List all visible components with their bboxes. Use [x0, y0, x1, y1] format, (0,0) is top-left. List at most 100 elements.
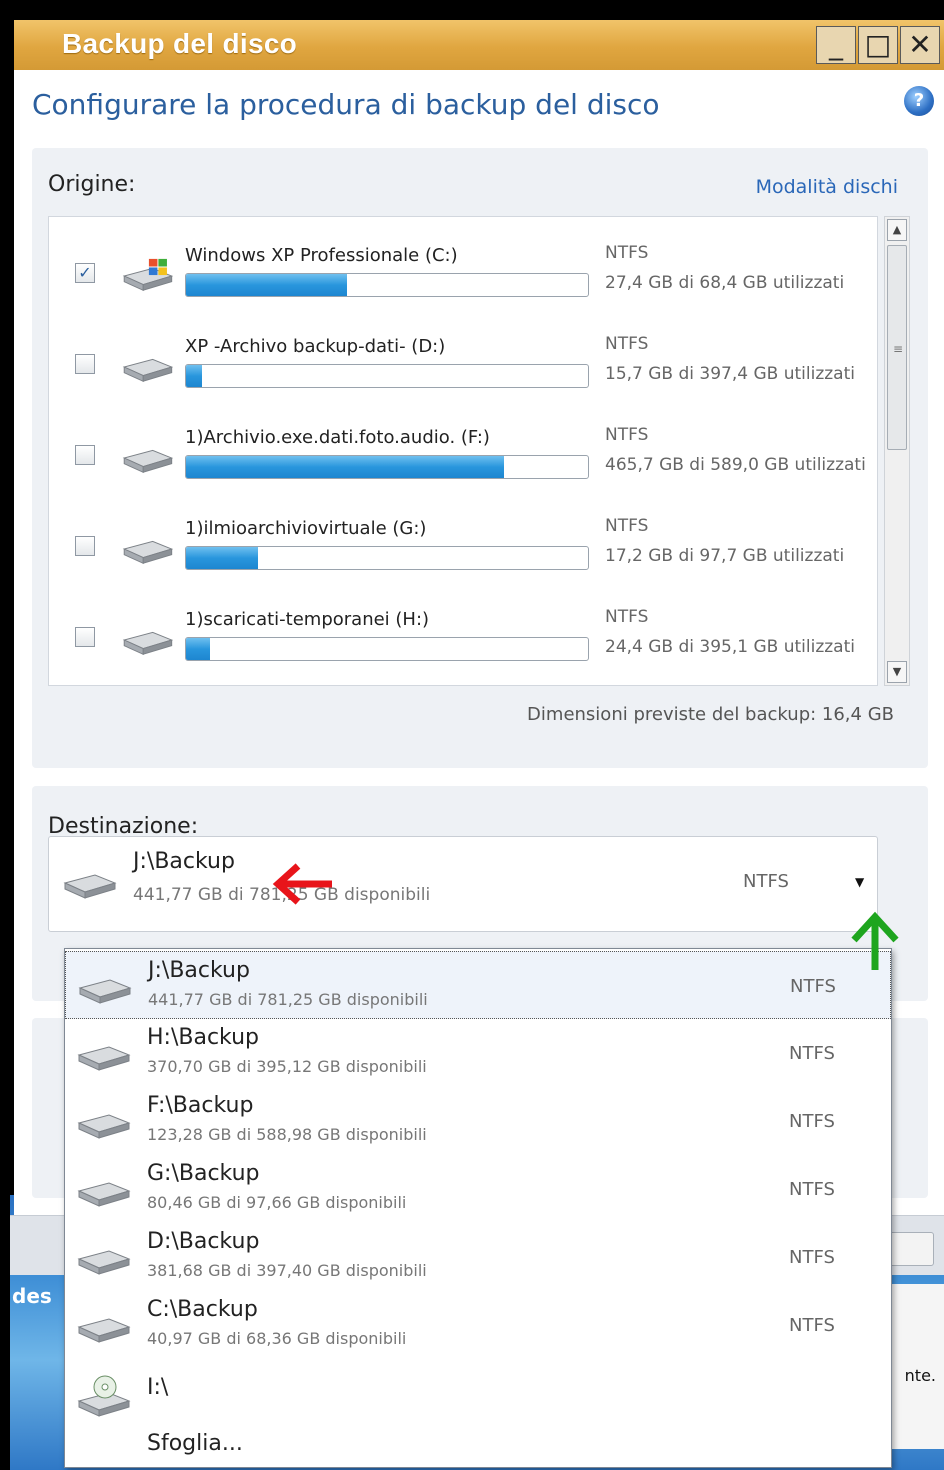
disk-name: Windows XP Professionale (C:)	[185, 245, 458, 266]
chevron-down-icon[interactable]: ▼	[855, 875, 864, 889]
destination-option-free: 123,28 GB di 588,98 GB disponibili	[147, 1125, 427, 1144]
destination-option[interactable]: G:\Backup 80,46 GB di 97,66 GB disponibil…	[65, 1155, 891, 1223]
title-bar[interactable]: Backup del disco _ □ ✕	[14, 20, 944, 70]
disk-row[interactable]: 1)scaricati-temporanei (H:) NTFS 24,4 GB d…	[49, 585, 879, 675]
disk-usage-text: 15,7 GB di 397,4 GB utilizzati	[605, 364, 855, 384]
disk-filesystem: NTFS	[605, 334, 649, 354]
disk-name: XP -Archivo backup-dati- (D:)	[185, 336, 446, 357]
windows-drive-icon	[122, 258, 174, 291]
disk-usage-bar	[185, 273, 589, 297]
background-panel-text: nte.	[904, 1366, 936, 1385]
disk-usage-text: 17,2 GB di 97,7 GB utilizzati	[605, 546, 845, 566]
disk-filesystem: NTFS	[605, 607, 649, 627]
disk-usage-bar-fill	[186, 274, 347, 296]
hard-drive-icon	[122, 631, 174, 655]
disk-row[interactable]: XP -Archivo backup-dati- (D:) NTFS 15,7 GB…	[49, 312, 879, 402]
destination-option-path: G:\Backup	[147, 1161, 260, 1186]
destination-combobox[interactable]: J:\Backup 441,77 GB di 781,25 GB disponi…	[48, 836, 878, 932]
origin-section: Origine: Modalità dischi ✓ Windows XP Pro…	[32, 148, 928, 768]
scroll-thumb[interactable]: ≡	[887, 245, 907, 450]
disk-checkbox[interactable]	[75, 627, 95, 647]
hard-drive-icon	[63, 874, 117, 899]
hard-drive-icon	[122, 358, 174, 382]
disk-usage-bar-fill	[186, 547, 259, 569]
disk-usage-text: 27,4 GB di 68,4 GB utilizzati	[605, 273, 845, 293]
estimated-backup-size: Dimensioni previste del backup: 16,4 GB	[527, 704, 894, 725]
hard-drive-icon	[122, 449, 174, 473]
destination-option-free: 441,77 GB di 781,25 GB disponibili	[148, 990, 428, 1009]
destination-option[interactable]: J:\Backup 441,77 GB di 781,25 GB disponib…	[65, 951, 891, 1019]
hard-drive-icon	[77, 1318, 131, 1343]
disk-row[interactable]: 1)Archivio.exe.dati.foto.audio. (F:) NTFS…	[49, 403, 879, 493]
minimize-button[interactable]: _	[816, 26, 856, 64]
disk-usage-bar	[185, 455, 589, 479]
source-disk-list: ✓ Windows XP Professionale (C:) NTFS 27,4 G…	[48, 216, 878, 686]
browse-option[interactable]: Sfoglia...	[147, 1431, 243, 1456]
disk-usage-bar-fill	[186, 365, 203, 387]
destination-option[interactable]: C:\Backup 40,97 GB di 68,36 GB disponibil…	[65, 1291, 891, 1359]
disk-filesystem: NTFS	[605, 243, 649, 263]
destination-option[interactable]: F:\Backup 123,28 GB di 588,98 GB disponib…	[65, 1087, 891, 1155]
destination-option[interactable]: H:\Backup 370,70 GB di 395,12 GB disponib…	[65, 1019, 891, 1087]
disk-row[interactable]: ✓ Windows XP Professionale (C:) NTFS 27,4 G…	[49, 221, 879, 311]
help-icon[interactable]: ?	[904, 86, 934, 116]
scroll-grip-icon: ≡	[893, 342, 904, 356]
destination-option-fs: NTFS	[789, 1315, 835, 1336]
hard-drive-icon	[78, 979, 132, 1004]
disk-checkbox[interactable]	[75, 354, 95, 374]
selected-destination-fs: NTFS	[743, 871, 789, 892]
selected-destination-path: J:\Backup	[133, 849, 235, 874]
disk-usage-bar-fill	[186, 456, 504, 478]
disk-filesystem: NTFS	[605, 516, 649, 536]
destination-option-free: 80,46 GB di 97,66 GB disponibili	[147, 1193, 407, 1212]
destination-option-path: F:\Backup	[147, 1093, 254, 1118]
window-controls: _ □ ✕	[816, 26, 940, 64]
destination-option-path: C:\Backup	[147, 1297, 258, 1322]
destination-option-fs: NTFS	[789, 1179, 835, 1200]
scroll-down-arrow-icon[interactable]: ▼	[887, 661, 907, 683]
destination-option-path: H:\Backup	[147, 1025, 260, 1050]
destination-option-fs: NTFS	[789, 1043, 835, 1064]
disk-usage-text: 24,4 GB di 395,1 GB utilizzati	[605, 637, 855, 657]
hard-drive-icon	[77, 1182, 131, 1207]
hard-drive-icon	[77, 1114, 131, 1139]
disk-mode-link[interactable]: Modalità dischi	[756, 176, 898, 198]
red-annotation-arrow-icon	[272, 863, 332, 905]
destination-option-free: 40,97 GB di 68,36 GB disponibili	[147, 1329, 407, 1348]
scroll-up-arrow-icon[interactable]: ▲	[887, 219, 907, 241]
disk-filesystem: NTFS	[605, 425, 649, 445]
destination-option-fs: NTFS	[789, 1247, 835, 1268]
disk-usage-text: 465,7 GB di 589,0 GB utilizzati	[605, 455, 866, 475]
page-title: Configurare la procedura di backup del d…	[32, 88, 660, 121]
destination-option-free: 370,70 GB di 395,12 GB disponibili	[147, 1057, 427, 1076]
hard-drive-icon	[77, 1250, 131, 1275]
window-title: Backup del disco	[62, 28, 298, 59]
origin-label: Origine:	[48, 172, 136, 197]
green-annotation-arrow-icon	[851, 911, 899, 970]
cd-drive-option[interactable]: I:\	[147, 1375, 168, 1400]
disk-checkbox[interactable]	[75, 536, 95, 556]
hard-drive-icon	[122, 540, 174, 564]
disk-name: 1)ilmioarchiviovirtuale (G:)	[185, 518, 427, 539]
destination-option-free: 381,68 GB di 397,40 GB disponibili	[147, 1261, 427, 1280]
destination-option-fs: NTFS	[790, 976, 836, 997]
destination-option-path: D:\Backup	[147, 1229, 260, 1254]
destination-option-fs: NTFS	[789, 1111, 835, 1132]
maximize-button[interactable]: □	[858, 26, 898, 64]
close-button[interactable]: ✕	[900, 26, 940, 64]
disk-usage-bar	[185, 637, 589, 661]
background-desktop-label: des	[12, 1284, 52, 1308]
destination-option-path: J:\Backup	[148, 958, 250, 983]
disk-name: 1)scaricati-temporanei (H:)	[185, 609, 430, 630]
cd-drive-icon	[77, 1375, 131, 1417]
disk-row[interactable]: 1)ilmioarchiviovirtuale (G:) NTFS 17,2 GB …	[49, 494, 879, 584]
hard-drive-icon	[77, 1046, 131, 1071]
disk-usage-bar	[185, 364, 589, 388]
disk-name: 1)Archivio.exe.dati.foto.audio. (F:)	[185, 427, 490, 448]
disk-checkbox[interactable]: ✓	[75, 263, 95, 283]
disk-checkbox[interactable]	[75, 445, 95, 465]
destination-dropdown-list: I:\ Sfoglia... J:\Backup 441,77 GB di 781…	[64, 948, 892, 1468]
disk-usage-bar-fill	[186, 638, 211, 660]
destination-option[interactable]: D:\Backup 381,68 GB di 397,40 GB disponib…	[65, 1223, 891, 1291]
disk-list-scrollbar[interactable]: ▲ ≡ ▼	[884, 216, 910, 686]
